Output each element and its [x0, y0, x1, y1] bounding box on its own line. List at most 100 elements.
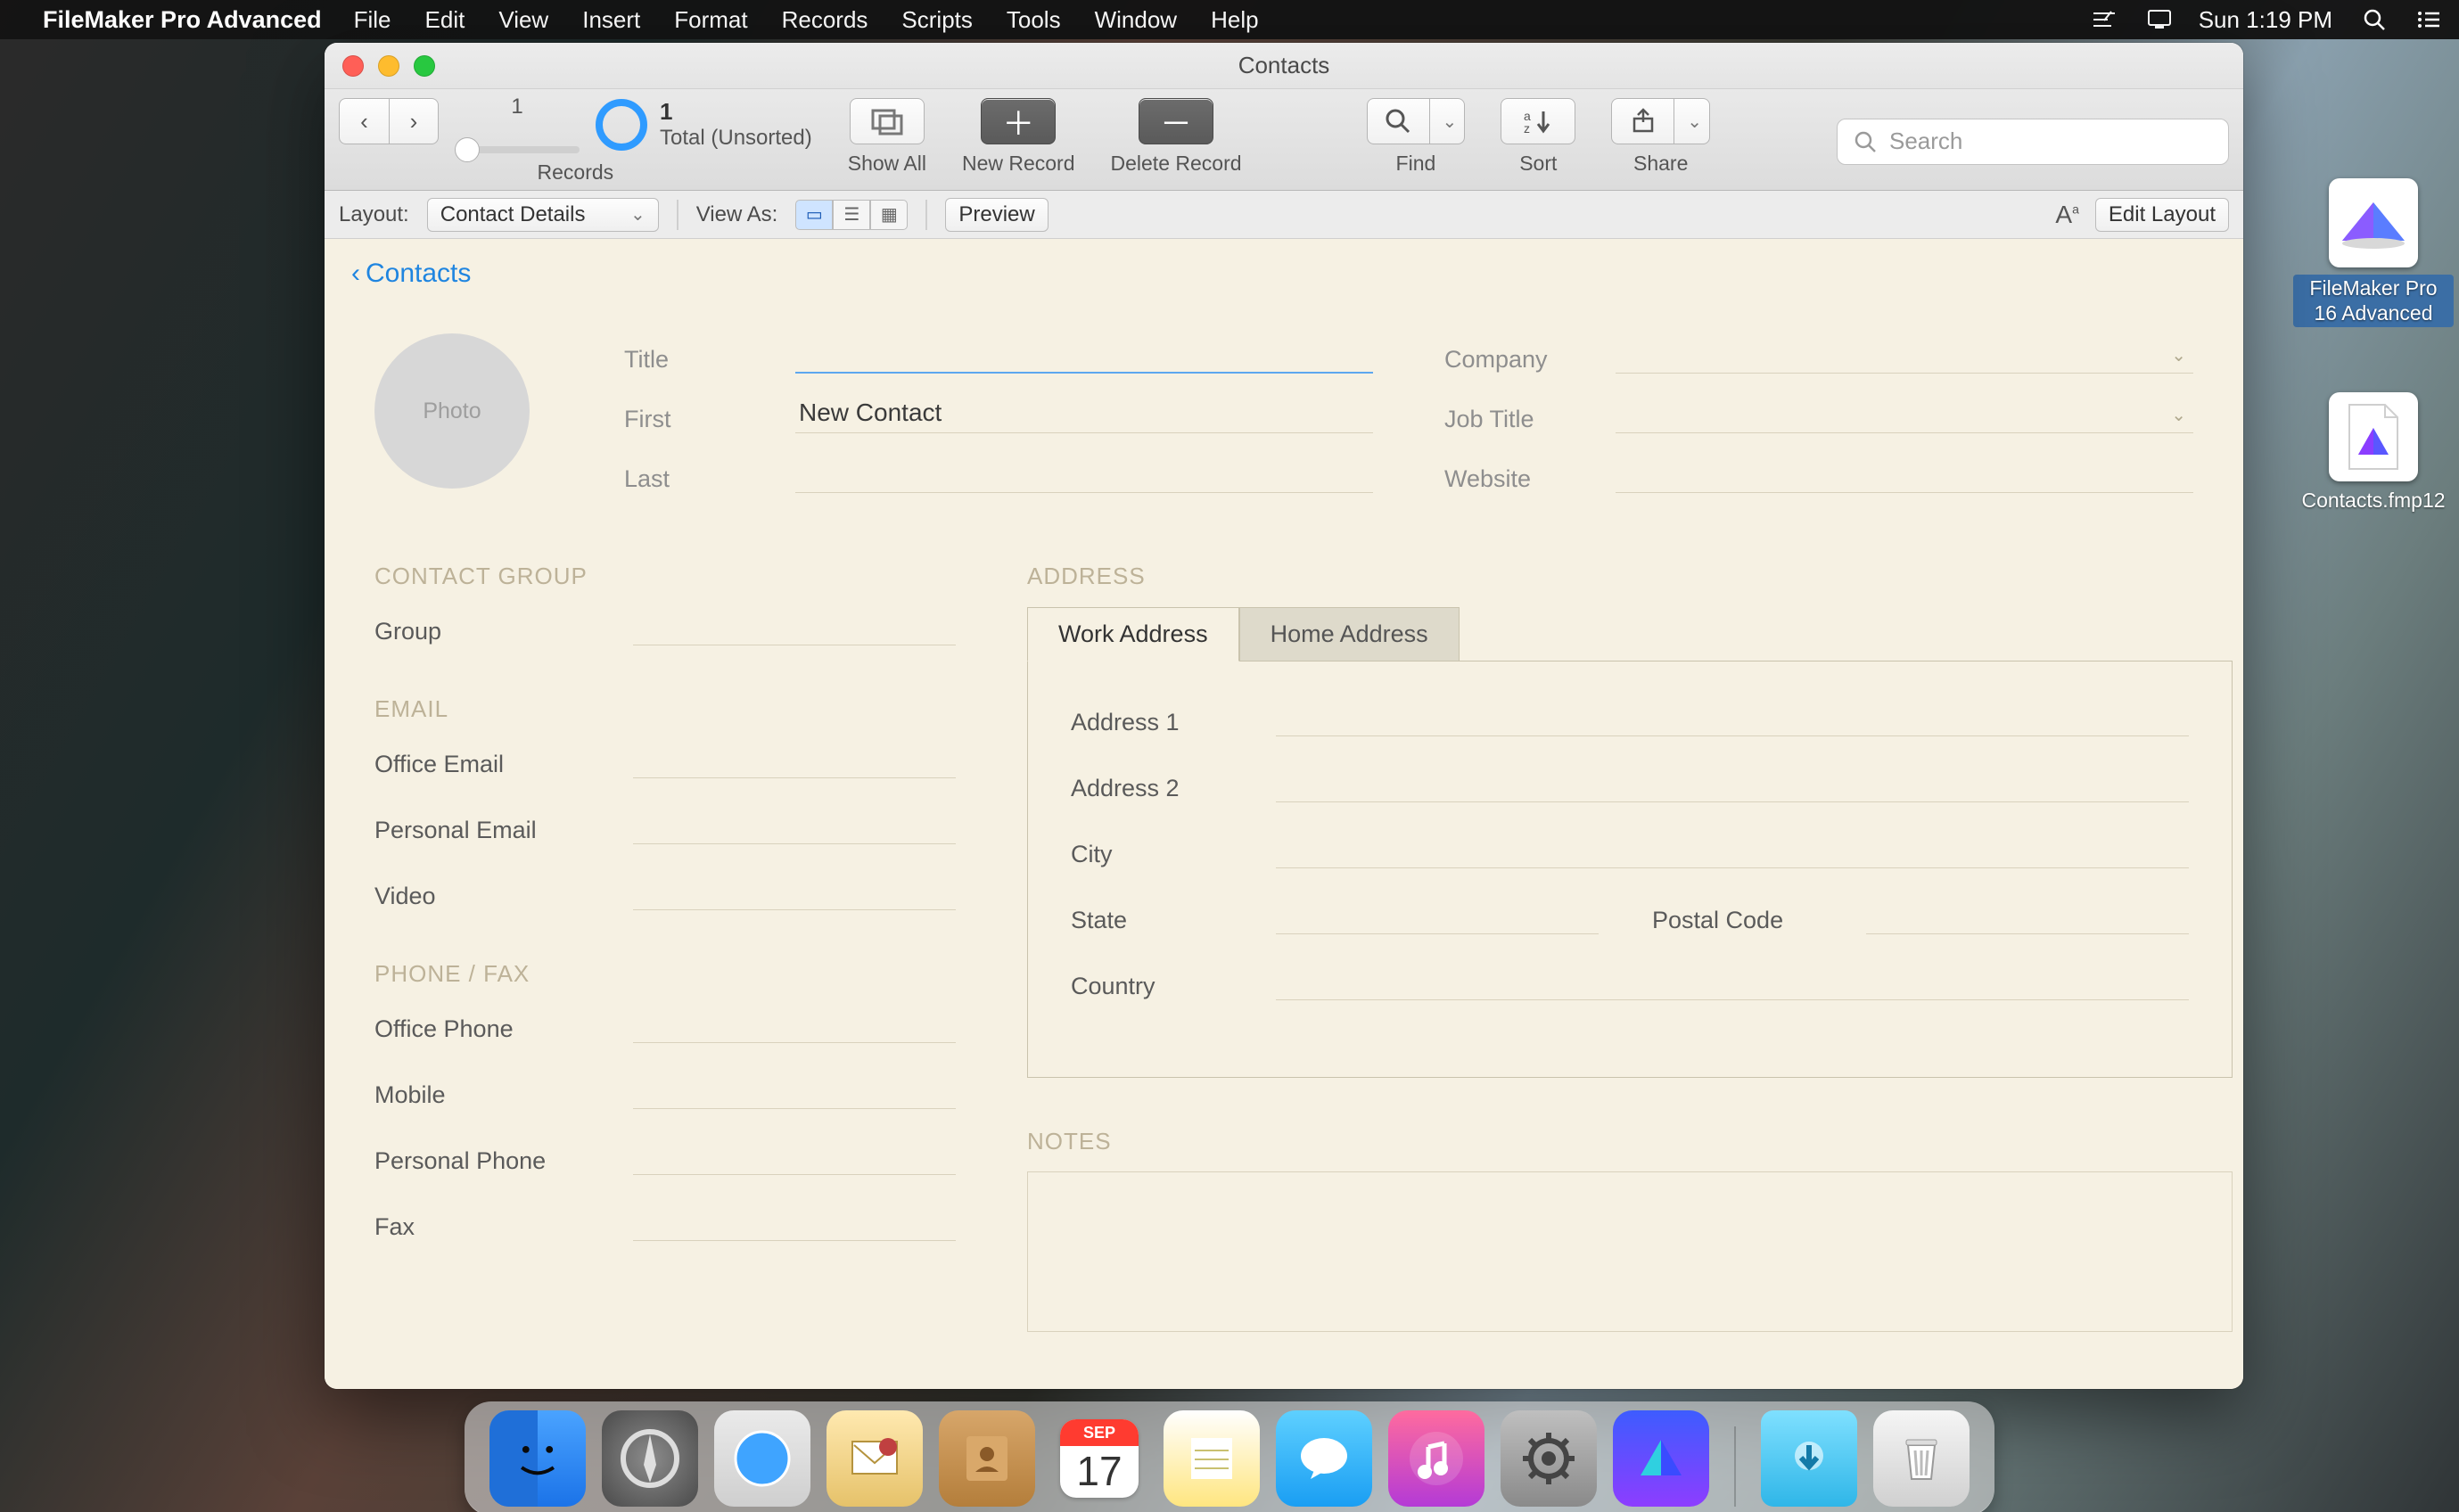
find-menu-button[interactable]: ⌄: [1429, 98, 1466, 144]
dock-downloads-folder[interactable]: [1761, 1410, 1857, 1507]
last-name-field[interactable]: [795, 453, 1373, 493]
view-as-form-icon[interactable]: ▭: [795, 200, 833, 230]
tab-work-address[interactable]: Work Address: [1027, 607, 1239, 662]
back-to-contacts-link[interactable]: ‹ Contacts: [325, 239, 2243, 298]
desktop-icon-label: Contacts.fmp12: [2293, 489, 2454, 514]
chevron-down-icon[interactable]: ⌄: [2171, 404, 2186, 426]
personal-phone-field[interactable]: [633, 1136, 956, 1175]
office-phone-label: Office Phone: [374, 1015, 606, 1043]
personal-email-field[interactable]: [633, 805, 956, 844]
record-slider[interactable]: [455, 146, 580, 153]
website-field[interactable]: [1616, 453, 2193, 493]
menu-scripts[interactable]: Scripts: [901, 6, 972, 34]
dock-mail[interactable]: [827, 1410, 923, 1507]
spotlight-icon[interactable]: [2363, 8, 2386, 31]
dock-separator: [1734, 1426, 1736, 1507]
personal-email-label: Personal Email: [374, 817, 606, 844]
system-menubar: FileMaker Pro Advanced File Edit View In…: [0, 0, 2459, 39]
dock-itunes[interactable]: [1388, 1410, 1484, 1507]
chevron-down-icon[interactable]: ⌄: [2171, 344, 2186, 366]
delete-record-button[interactable]: －: [1139, 98, 1213, 144]
menu-list-icon[interactable]: [2416, 10, 2441, 29]
dock-calendar[interactable]: SEP 17: [1051, 1410, 1147, 1507]
menu-view[interactable]: View: [498, 6, 548, 34]
desktop: FileMaker Pro Advanced File Edit View In…: [0, 0, 2459, 1512]
dock-contacts[interactable]: [939, 1410, 1035, 1507]
view-as-table-icon[interactable]: ▦: [870, 200, 908, 230]
preview-button[interactable]: Preview: [945, 198, 1048, 232]
dock-finder[interactable]: [489, 1410, 586, 1507]
view-as-list-icon[interactable]: ☰: [833, 200, 870, 230]
postal-field[interactable]: [1866, 895, 2189, 934]
last-label: Last: [624, 465, 767, 493]
menu-file[interactable]: File: [354, 6, 391, 34]
address2-field[interactable]: [1276, 763, 2189, 802]
address1-field[interactable]: [1276, 697, 2189, 736]
menu-edit[interactable]: Edit: [425, 6, 465, 34]
video-field[interactable]: [633, 871, 956, 910]
find-button[interactable]: [1367, 98, 1429, 144]
show-all-button[interactable]: [850, 98, 925, 144]
menu-format[interactable]: Format: [674, 6, 747, 34]
search-placeholder: Search: [1889, 127, 1962, 155]
text-format-icon[interactable]: Aa: [2055, 201, 2078, 229]
dock-messages[interactable]: [1276, 1410, 1372, 1507]
desktop-icon-filemaker-app[interactable]: FileMaker Pro 16 Advanced: [2293, 178, 2454, 327]
address1-label: Address 1: [1071, 709, 1249, 736]
menubar-clock[interactable]: Sun 1:19 PM: [2199, 6, 2332, 34]
mobile-label: Mobile: [374, 1081, 606, 1109]
title-field[interactable]: [795, 333, 1373, 374]
dock-launchpad[interactable]: [602, 1410, 698, 1507]
fax-label: Fax: [374, 1213, 606, 1241]
email-heading: EMAIL: [374, 695, 956, 723]
office-phone-field[interactable]: [633, 1004, 956, 1043]
dock-trash[interactable]: [1873, 1410, 1970, 1507]
find-label: Find: [1396, 152, 1436, 176]
menu-help[interactable]: Help: [1211, 6, 1258, 34]
menu-records[interactable]: Records: [782, 6, 868, 34]
calendar-day: 17: [1060, 1446, 1139, 1496]
layout-select[interactable]: Contact Details ⌄: [427, 198, 659, 232]
address2-label: Address 2: [1071, 775, 1249, 802]
state-field[interactable]: [1276, 895, 1599, 934]
company-field[interactable]: [1616, 333, 2193, 374]
app-menu[interactable]: FileMaker Pro Advanced: [43, 6, 322, 34]
mobile-field[interactable]: [633, 1070, 956, 1109]
country-label: Country: [1071, 973, 1249, 1000]
toolbar-search-input[interactable]: Search: [1837, 119, 2229, 165]
sort-button[interactable]: az: [1501, 98, 1575, 144]
first-name-field[interactable]: [795, 393, 1373, 433]
address-tab-panel: Address 1 Address 2 City: [1027, 661, 2233, 1078]
dock-safari[interactable]: [714, 1410, 810, 1507]
company-label: Company: [1444, 346, 1587, 374]
job-title-field[interactable]: [1616, 393, 2193, 433]
dock-system-preferences[interactable]: [1501, 1410, 1597, 1507]
prev-record-button[interactable]: ‹: [339, 98, 389, 144]
dock-notes[interactable]: [1164, 1410, 1260, 1507]
share-button[interactable]: [1611, 98, 1674, 144]
share-label: Share: [1633, 152, 1688, 176]
edit-layout-button[interactable]: Edit Layout: [2095, 198, 2229, 232]
record-current-number[interactable]: 1: [455, 94, 580, 119]
menu-insert[interactable]: Insert: [582, 6, 640, 34]
menu-tools[interactable]: Tools: [1007, 6, 1061, 34]
tab-home-address[interactable]: Home Address: [1239, 607, 1460, 662]
next-record-button[interactable]: ›: [389, 98, 439, 144]
country-field[interactable]: [1276, 961, 2189, 1000]
city-field[interactable]: [1276, 829, 2189, 868]
group-field[interactable]: [633, 606, 956, 645]
new-record-button[interactable]: ＋: [981, 98, 1056, 144]
window-titlebar[interactable]: Contacts: [325, 43, 2243, 89]
share-menu-button[interactable]: ⌄: [1674, 98, 1710, 144]
dock-filemaker[interactable]: [1613, 1410, 1709, 1507]
contact-group-heading: CONTACT GROUP: [374, 563, 956, 590]
video-label: Video: [374, 883, 606, 910]
notification-center-icon[interactable]: [2147, 9, 2172, 30]
menu-window[interactable]: Window: [1095, 6, 1177, 34]
desktop-icon-contacts-file[interactable]: Contacts.fmp12: [2293, 392, 2454, 514]
fax-field[interactable]: [633, 1202, 956, 1241]
office-email-field[interactable]: [633, 739, 956, 778]
contact-photo-placeholder[interactable]: Photo: [374, 333, 530, 489]
notes-field[interactable]: [1027, 1171, 2233, 1332]
script-status-icon[interactable]: [2092, 10, 2117, 29]
